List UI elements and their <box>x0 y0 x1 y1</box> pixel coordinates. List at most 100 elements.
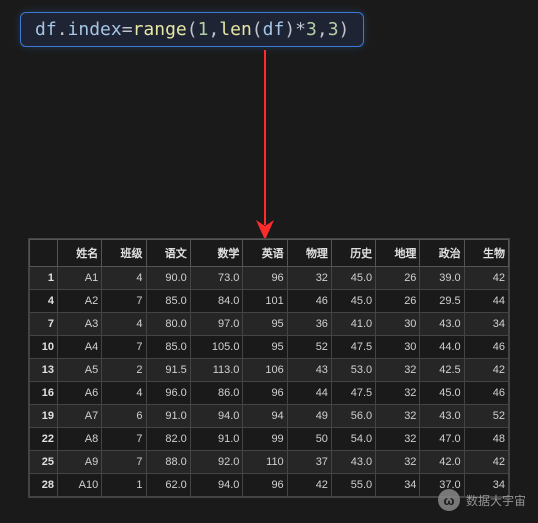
cell: 32 <box>376 382 420 405</box>
cell: 32 <box>287 267 331 290</box>
cell: 106 <box>243 359 287 382</box>
cell: 94.0 <box>190 474 243 497</box>
cell: 91.0 <box>190 428 243 451</box>
cell: 43.0 <box>331 451 375 474</box>
code-token: 3 <box>306 19 317 40</box>
cell: 48 <box>464 428 508 451</box>
table-row: 7A3480.097.0953641.03043.034 <box>30 313 509 336</box>
row-index: 1 <box>30 267 58 290</box>
row-index: 28 <box>30 474 58 497</box>
cell: A3 <box>58 313 102 336</box>
cell: 47.5 <box>331 382 375 405</box>
table-row: 16A6496.086.0964447.53245.046 <box>30 382 509 405</box>
cell: 30 <box>376 313 420 336</box>
column-header: 政治 <box>420 240 464 267</box>
cell: 92.0 <box>190 451 243 474</box>
cell: 4 <box>102 313 146 336</box>
cell: 94 <box>243 405 287 428</box>
cell: 41.0 <box>331 313 375 336</box>
code-block: df.index=range(1,len(df)*3,3) <box>20 12 364 47</box>
cell: A7 <box>58 405 102 428</box>
cell: 95 <box>243 336 287 359</box>
cell: A10 <box>58 474 102 497</box>
table-body: 1A1490.073.0963245.02639.0424A2785.084.0… <box>30 267 509 497</box>
column-header: 姓名 <box>58 240 102 267</box>
cell: 113.0 <box>190 359 243 382</box>
data-table: 姓名班级语文数学英语物理历史地理政治生物 1A1490.073.0963245.… <box>29 239 509 497</box>
cell: 32 <box>376 405 420 428</box>
cell: 105.0 <box>190 336 243 359</box>
dataframe-table: 姓名班级语文数学英语物理历史地理政治生物 1A1490.073.0963245.… <box>28 238 510 498</box>
row-index: 16 <box>30 382 58 405</box>
table-row: 13A5291.5113.01064353.03242.542 <box>30 359 509 382</box>
cell: 99 <box>243 428 287 451</box>
cell: 4 <box>102 267 146 290</box>
row-index: 22 <box>30 428 58 451</box>
table-row: 19A7691.094.0944956.03243.052 <box>30 405 509 428</box>
row-index: 4 <box>30 290 58 313</box>
cell: 95 <box>243 313 287 336</box>
table-row: 10A4785.0105.0955247.53044.046 <box>30 336 509 359</box>
cell: 84.0 <box>190 290 243 313</box>
table-row: 4A2785.084.01014645.02629.544 <box>30 290 509 313</box>
cell: 30 <box>376 336 420 359</box>
cell: 94.0 <box>190 405 243 428</box>
cell: 73.0 <box>190 267 243 290</box>
cell: 1 <box>102 474 146 497</box>
cell: 42 <box>464 267 508 290</box>
cell: 6 <box>102 405 146 428</box>
cell: 86.0 <box>190 382 243 405</box>
cell: A8 <box>58 428 102 451</box>
cell: 42 <box>464 451 508 474</box>
cell: 101 <box>243 290 287 313</box>
column-header: 地理 <box>376 240 420 267</box>
cell: 82.0 <box>146 428 190 451</box>
cell: 7 <box>102 428 146 451</box>
cell: A1 <box>58 267 102 290</box>
column-header: 物理 <box>287 240 331 267</box>
table-row: 1A1490.073.0963245.02639.042 <box>30 267 509 290</box>
watermark-text: 数据大宇宙 <box>466 492 526 509</box>
code-token: , <box>317 19 328 40</box>
column-header: 生物 <box>464 240 508 267</box>
cell: 88.0 <box>146 451 190 474</box>
cell: 7 <box>102 336 146 359</box>
cell: A6 <box>58 382 102 405</box>
cell: 43 <box>287 359 331 382</box>
column-header: 语文 <box>146 240 190 267</box>
cell: 42 <box>464 359 508 382</box>
cell: 43.0 <box>420 405 464 428</box>
cell: 44 <box>464 290 508 313</box>
watermark: ω 数据大宇宙 <box>438 489 526 511</box>
code-token: , <box>208 19 219 40</box>
code-token: len <box>219 19 252 40</box>
cell: 36 <box>287 313 331 336</box>
code-token: 3 <box>328 19 339 40</box>
column-header: 数学 <box>190 240 243 267</box>
cell: 42 <box>287 474 331 497</box>
cell: 34 <box>376 474 420 497</box>
watermark-logo-icon: ω <box>438 489 460 511</box>
cell: 50 <box>287 428 331 451</box>
cell: 96 <box>243 267 287 290</box>
cell: 44 <box>287 382 331 405</box>
code-token: ( <box>252 19 263 40</box>
code-token: range <box>133 19 187 40</box>
cell: A4 <box>58 336 102 359</box>
cell: 96 <box>243 474 287 497</box>
cell: 7 <box>102 290 146 313</box>
cell: A5 <box>58 359 102 382</box>
cell: 44.0 <box>420 336 464 359</box>
cell: 45.0 <box>331 267 375 290</box>
code-token: df <box>35 19 57 40</box>
code-token: * <box>295 19 306 40</box>
code-token: . <box>57 19 68 40</box>
code-token: ( <box>187 19 198 40</box>
code-token: = <box>122 19 133 40</box>
row-index: 19 <box>30 405 58 428</box>
cell: 97.0 <box>190 313 243 336</box>
cell: 55.0 <box>331 474 375 497</box>
code-token: df <box>263 19 285 40</box>
cell: 46 <box>464 336 508 359</box>
cell: 91.0 <box>146 405 190 428</box>
